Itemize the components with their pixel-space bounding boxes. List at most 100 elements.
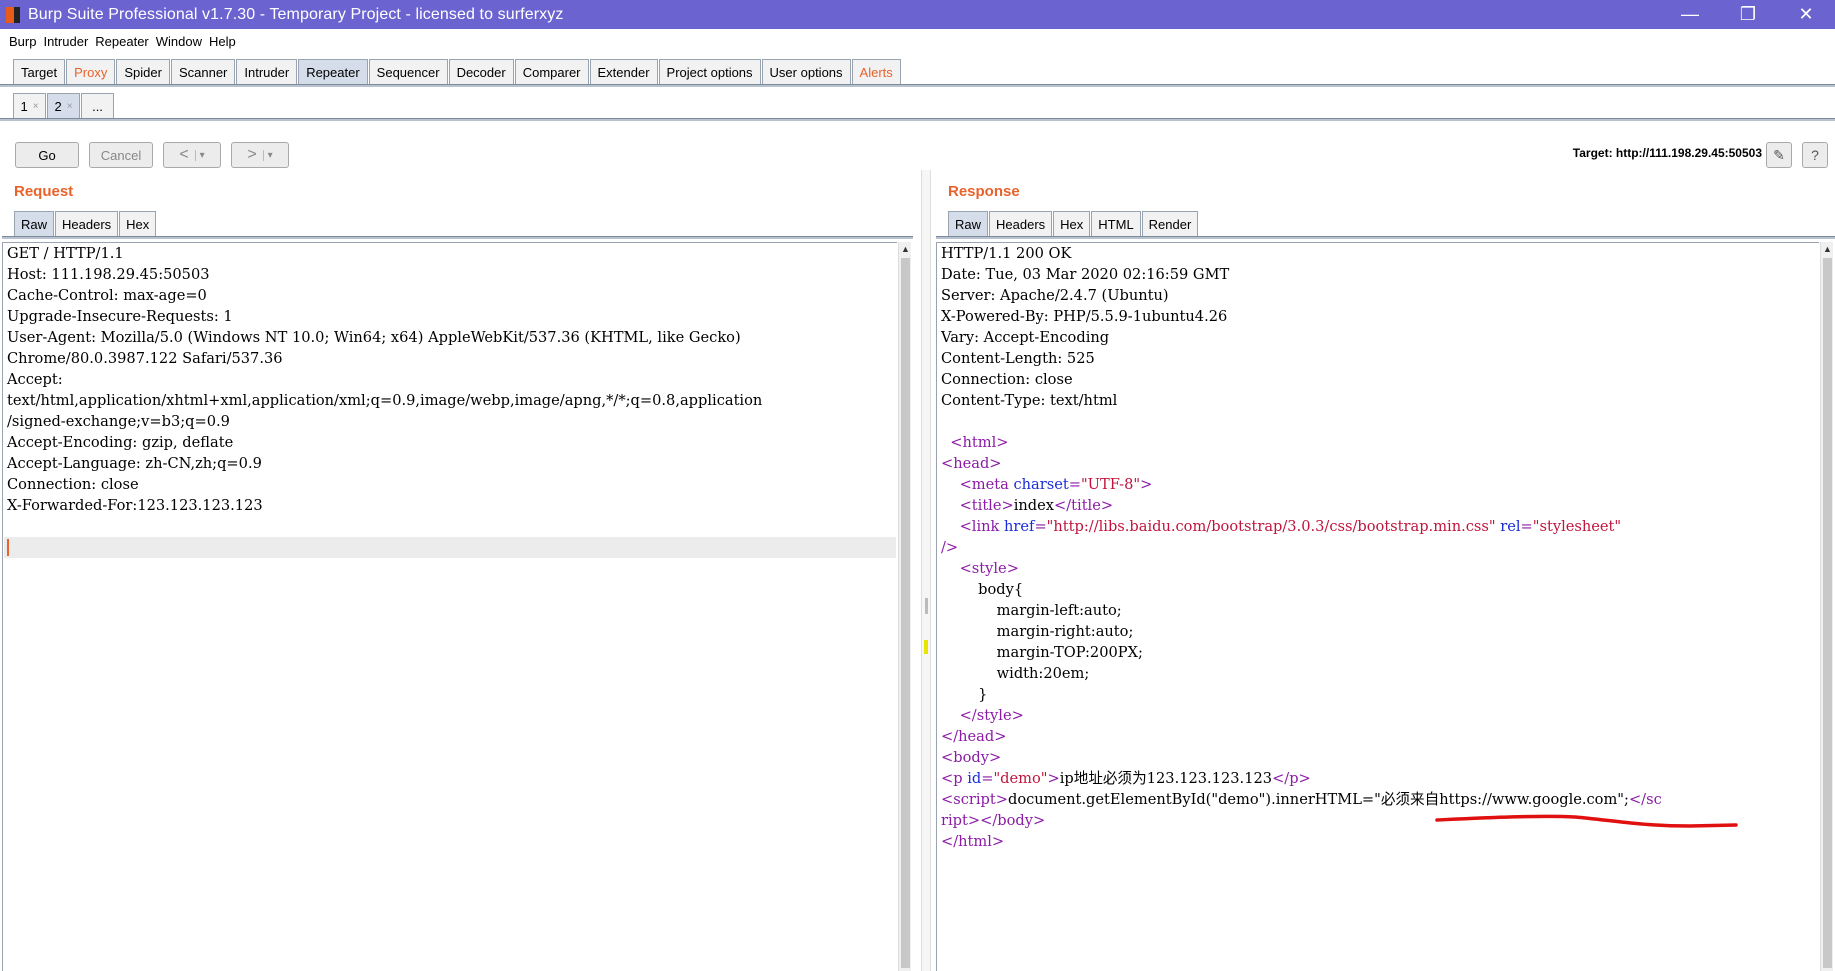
menu-burp[interactable]: Burp [9, 34, 36, 49]
main-tab-divider [0, 84, 1835, 87]
request-scroll-thumb[interactable] [901, 258, 910, 968]
response-text[interactable]: HTTP/1.1 200 OK Date: Tue, 03 Mar 2020 02… [937, 243, 1819, 852]
response-scroll-thumb[interactable] [1823, 258, 1832, 968]
forward-dropdown-icon[interactable]: ▾ [262, 149, 273, 161]
code-token: </p> [1272, 770, 1311, 787]
request-editor[interactable]: GET / HTTP/1.1 Host: 111.198.29.45:50503 C… [2, 242, 897, 971]
response-editor[interactable]: HTTP/1.1 200 OK Date: Tue, 03 Mar 2020 02… [936, 242, 1819, 971]
response-body-line: </style> [941, 705, 1819, 726]
code-token: > [1140, 476, 1153, 493]
code-token: = [981, 770, 994, 787]
menu-bar: Burp Intruder Repeater Window Help [0, 29, 1835, 53]
response-body-line: margin-left:auto; [941, 600, 1819, 621]
response-body-line: <p id="demo">ip地址必须为123.123.123.123</p> [941, 768, 1819, 789]
back-button[interactable]: < ▾ [163, 142, 221, 168]
request-scrollbar[interactable]: ▲ [898, 242, 911, 971]
tab-intruder[interactable]: Intruder [236, 59, 298, 84]
response-tab-hex[interactable]: Hex [1053, 211, 1091, 236]
code-token: margin-left:auto; [941, 602, 1122, 619]
target-label[interactable]: Target: http://111.198.29.45:50503 [1573, 146, 1762, 160]
repeater-tab-1[interactable]: 1 × [13, 93, 46, 118]
code-token: = [1034, 518, 1047, 535]
tab-repeater[interactable]: Repeater [298, 59, 368, 84]
response-body-line: body{ [941, 579, 1819, 600]
request-line: Accept-Encoding: gzip, deflate [7, 434, 234, 451]
tab-proxy[interactable]: Proxy [66, 59, 116, 84]
response-body-line: ript></body> [941, 810, 1819, 831]
code-token: "http://libs.baidu.com/bootstrap/3.0.3/c… [1046, 518, 1496, 535]
tab-comparer[interactable]: Comparer [514, 59, 589, 84]
go-button[interactable]: Go [15, 142, 79, 168]
response-body-line: } [941, 684, 1819, 705]
forward-button[interactable]: > ▾ [231, 142, 289, 168]
new-repeater-tab[interactable]: ... [81, 93, 114, 118]
response-tab-headers[interactable]: Headers [989, 211, 1053, 236]
request-line: Chrome/80.0.3987.122 Safari/537.36 [7, 350, 283, 367]
code-token: <meta [959, 476, 1014, 493]
code-token: </html> [941, 833, 1005, 850]
code-token: > [1047, 770, 1060, 787]
cancel-button[interactable]: Cancel [89, 142, 153, 168]
response-header-line: Vary: Accept-Encoding [941, 329, 1110, 346]
code-token: <title> [959, 497, 1014, 514]
minimize-icon[interactable]: — [1661, 0, 1719, 29]
code-token: href [1004, 518, 1035, 535]
code-token: "UTF-8" [1080, 476, 1141, 493]
tab-spider[interactable]: Spider [116, 59, 170, 84]
response-body-line: </html> [941, 831, 1819, 852]
request-tab-raw[interactable]: Raw [14, 211, 55, 236]
code-token: margin-TOP:200PX; [941, 644, 1143, 661]
tab-sequencer[interactable]: Sequencer [368, 59, 448, 84]
back-dropdown-icon[interactable]: ▾ [194, 149, 205, 161]
menu-intruder[interactable]: Intruder [43, 34, 88, 49]
repeater-tab-2[interactable]: 2 × [47, 93, 80, 118]
tab-target[interactable]: Target [13, 59, 66, 84]
response-body-line: /> [941, 537, 1819, 558]
response-scrollbar[interactable]: ▲ [1820, 242, 1833, 971]
menu-repeater[interactable]: Repeater [95, 34, 148, 49]
close-tab-icon[interactable]: × [67, 101, 73, 112]
response-header-line: Content-Type: text/html [941, 392, 1118, 409]
pane-splitter[interactable] [921, 170, 931, 971]
code-token: <html> [950, 434, 1009, 451]
response-body-line: margin-right:auto; [941, 621, 1819, 642]
close-tab-icon[interactable]: × [33, 101, 39, 112]
menu-window[interactable]: Window [156, 34, 202, 49]
help-icon[interactable]: ? [1802, 142, 1828, 168]
tab-user-options[interactable]: User options [761, 59, 851, 84]
code-token: = [1068, 476, 1081, 493]
request-line: X-Forwarded-For:123.123.123.123 [7, 497, 263, 514]
request-tab-hex[interactable]: Hex [119, 211, 157, 236]
request-line: Cache-Control: max-age=0 [7, 287, 207, 304]
tab-extender[interactable]: Extender [589, 59, 658, 84]
code-token: = [1520, 518, 1533, 535]
tab-alerts[interactable]: Alerts [851, 59, 901, 84]
code-token: <p [941, 770, 968, 787]
close-icon[interactable]: ✕ [1777, 0, 1835, 29]
scroll-up-icon[interactable]: ▲ [901, 244, 910, 254]
request-tab-headers[interactable]: Headers [55, 211, 119, 236]
tab-decoder[interactable]: Decoder [448, 59, 514, 84]
response-body-line: <script>document.getElementById("demo").… [941, 789, 1819, 810]
restore-icon[interactable]: ❐ [1719, 0, 1777, 29]
scroll-up-icon[interactable]: ▲ [1823, 244, 1832, 254]
response-tab-html[interactable]: HTML [1091, 211, 1141, 236]
response-tab-render[interactable]: Render [1141, 211, 1199, 236]
menu-help[interactable]: Help [209, 34, 236, 49]
code-token: index [1013, 497, 1055, 514]
code-token: </sc [1628, 791, 1662, 808]
code-token: ip地址必须为123.123.123.123 [1059, 770, 1273, 787]
request-view-tabs: Raw Headers Hex [14, 211, 157, 236]
tab-scanner[interactable]: Scanner [170, 59, 236, 84]
request-text[interactable]: GET / HTTP/1.1 Host: 111.198.29.45:50503 C… [3, 243, 897, 558]
response-body-line: width:20em; [941, 663, 1819, 684]
splitter-grip[interactable] [925, 598, 928, 614]
tab-project-options[interactable]: Project options [658, 59, 761, 84]
response-tab-raw[interactable]: Raw [948, 211, 989, 236]
code-token: </body> [980, 812, 1046, 829]
edit-target-icon[interactable]: ✎ [1766, 142, 1792, 168]
response-body-line: <head> [941, 453, 1819, 474]
